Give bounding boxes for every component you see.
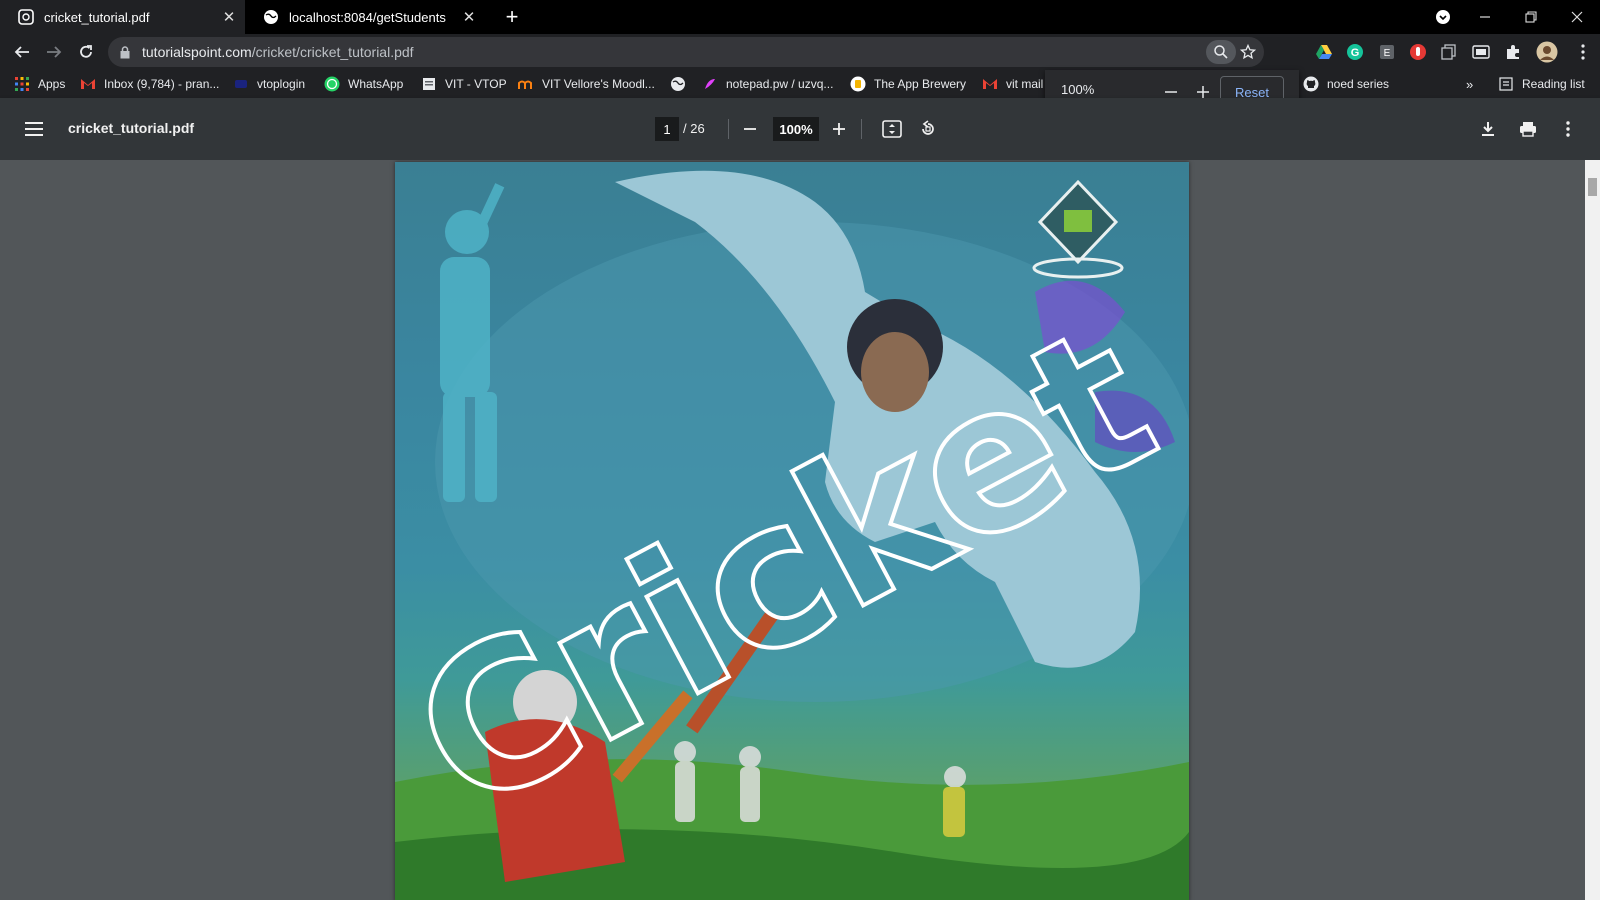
page-total: / 26 [683, 121, 705, 136]
bookmarks-bar: Apps Inbox (9,784) - pran... vtoplogin W… [0, 70, 1600, 98]
more-bookmarks-chevron-icon[interactable]: » [1466, 73, 1473, 95]
url-text: tutorialspoint.com/cricket/cricket_tutor… [142, 44, 414, 60]
bookmark-label: VIT - VTOP [445, 77, 507, 91]
tab-getstudents[interactable]: localhost:8084/getStudents ✕ [245, 0, 485, 34]
close-window-icon[interactable] [1554, 0, 1600, 34]
tab-title: localhost:8084/getStudents [289, 9, 446, 25]
bookmark-vtoplogin[interactable]: vtoplogin [233, 73, 305, 95]
tab-cricket-pdf[interactable]: cricket_tutorial.pdf ✕ [0, 0, 245, 34]
svg-text:E: E [1384, 48, 1391, 59]
cover-art: Cricket [395, 170, 1189, 900]
bookmark-label: VIT Vellore's Moodl... [542, 77, 655, 91]
copy-extension-icon[interactable] [1438, 41, 1460, 63]
download-icon[interactable] [1476, 117, 1500, 141]
pdf-zoom-in-button[interactable] [827, 117, 851, 141]
close-tab-icon[interactable]: ✕ [219, 7, 239, 27]
bookmark-star-icon[interactable] [1238, 42, 1258, 62]
scrollbar-thumb[interactable] [1588, 178, 1597, 196]
bookmark-moodle[interactable]: VIT Vellore's Moodl... [518, 73, 655, 95]
forward-arrow-icon[interactable] [41, 39, 67, 65]
reading-list-icon [1498, 76, 1514, 92]
bookmark-app-brewery[interactable]: The App Brewery [850, 73, 966, 95]
bookmark-apps[interactable]: Apps [14, 73, 65, 95]
pdf-favicon-icon [18, 9, 34, 25]
whatsapp-icon [324, 76, 340, 92]
toolbar-divider [728, 119, 729, 139]
google-drive-icon[interactable] [1313, 41, 1335, 63]
back-arrow-icon[interactable] [9, 39, 35, 65]
pdf-viewer[interactable]: Cricket [0, 160, 1600, 900]
svg-text:G: G [1351, 47, 1360, 59]
bookmark-whatsapp[interactable]: WhatsApp [324, 73, 403, 95]
grammarly-icon[interactable]: G [1344, 41, 1366, 63]
bookmark-inbox[interactable]: Inbox (9,784) - pran... [80, 73, 219, 95]
pdf-toolbar: cricket_tutorial.pdf 1 / 26 100% [0, 98, 1600, 160]
github-icon [1303, 76, 1319, 92]
chrome-menu-icon[interactable] [1572, 41, 1594, 63]
close-tab-icon[interactable]: ✕ [459, 7, 479, 27]
gmail-icon [982, 76, 998, 92]
address-bar[interactable]: tutorialspoint.com/cricket/cricket_tutor… [108, 37, 1264, 67]
toolbar-divider [861, 119, 862, 139]
minimize-icon[interactable] [1462, 0, 1508, 34]
tab-title: cricket_tutorial.pdf [44, 9, 150, 25]
brewery-icon [850, 76, 866, 92]
page-number-input[interactable]: 1 [655, 117, 679, 141]
notepad-icon [702, 76, 718, 92]
bookmark-label: Inbox (9,784) - pran... [104, 77, 220, 91]
bookmark-label: The App Brewery [874, 77, 967, 91]
apps-grid-icon [14, 76, 30, 92]
bookmark-label: noed series [1327, 77, 1390, 91]
hand-extension-icon[interactable] [1407, 41, 1429, 63]
bookmark-label: vit mail [1006, 77, 1044, 91]
bookmark-vit-mail[interactable]: vit mail [982, 73, 1043, 95]
cast-window-icon[interactable] [1470, 41, 1492, 63]
print-icon[interactable] [1516, 117, 1540, 141]
profile-menu-icon[interactable] [1420, 0, 1466, 34]
zoom-percentage: 100% [1061, 82, 1095, 97]
pdf-zoom-out-button[interactable] [738, 117, 762, 141]
fit-to-page-icon[interactable] [880, 117, 904, 141]
bookmark-label: notepad.pw / uzvq... [726, 77, 834, 91]
zoom-magnifier-icon[interactable] [1206, 40, 1236, 64]
reading-list-label: Reading list [1522, 77, 1585, 91]
tab-strip: cricket_tutorial.pdf ✕ localhost:8084/ge… [0, 0, 1600, 34]
globe-icon [263, 9, 279, 25]
bookmark-label: WhatsApp [348, 77, 404, 91]
pdf-page-cover: Cricket [395, 162, 1189, 900]
new-tab-button[interactable]: + [500, 6, 524, 30]
bookmark-vit-vtop[interactable]: VIT - VTOP [421, 73, 507, 95]
rotate-icon[interactable] [916, 117, 940, 141]
gmail-icon [80, 76, 96, 92]
pdf-zoom-input[interactable]: 100% [773, 117, 819, 141]
page-icon [421, 76, 437, 92]
bookmark-label: Apps [38, 77, 66, 91]
bookmark-label: vtoplogin [257, 77, 306, 91]
lock-icon[interactable] [118, 45, 132, 59]
bookmark-notepad[interactable]: notepad.pw / uzvq... [702, 73, 833, 95]
profile-avatar[interactable] [1536, 41, 1558, 63]
bookmark-noed-series[interactable]: noed series [1303, 73, 1389, 95]
vertical-scrollbar[interactable] [1585, 160, 1600, 900]
pdf-more-options-icon[interactable] [1556, 117, 1580, 141]
extension-e-icon[interactable]: E [1376, 41, 1398, 63]
globe-icon [670, 76, 686, 92]
pdf-document-title: cricket_tutorial.pdf [68, 120, 195, 136]
restore-icon[interactable] [1508, 0, 1554, 34]
browser-toolbar: tutorialspoint.com/cricket/cricket_tutor… [0, 34, 1600, 70]
moodle-icon [518, 76, 534, 92]
pdf-sidebar-menu-icon[interactable] [22, 117, 46, 141]
vtop-icon [233, 76, 249, 92]
reading-list-button[interactable]: Reading list [1498, 73, 1585, 95]
extensions-puzzle-icon[interactable] [1502, 41, 1524, 63]
reload-icon[interactable] [73, 39, 99, 65]
bookmark-globe[interactable] [670, 73, 694, 95]
